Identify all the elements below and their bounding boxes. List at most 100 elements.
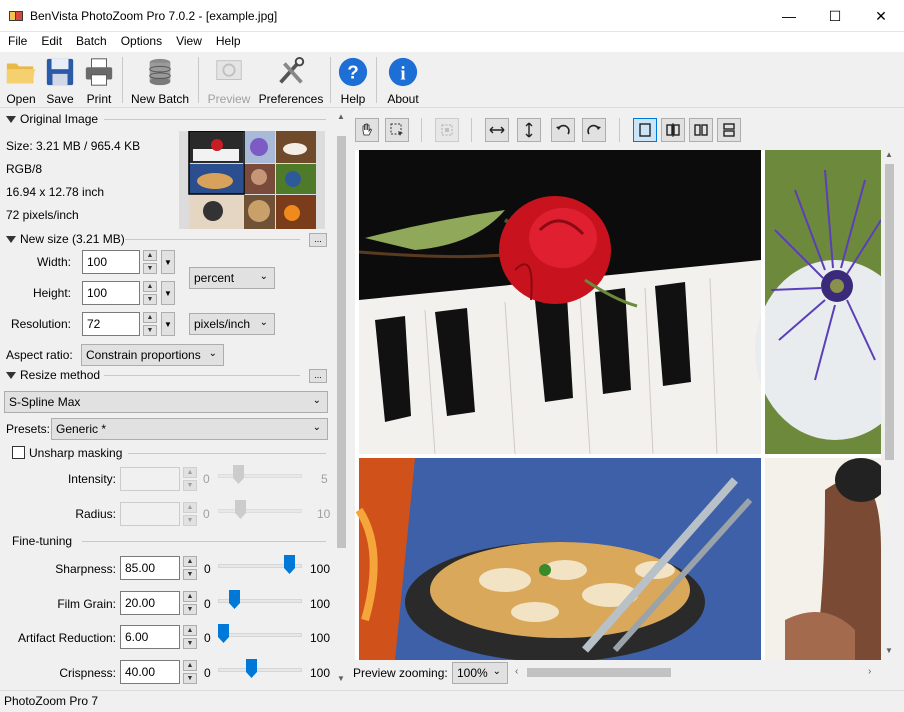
spin-down-icon[interactable]: ▼ (183, 515, 197, 526)
aspect-ratio-select[interactable]: Constrain proportions ⌄ (81, 344, 224, 366)
resize-method-select[interactable]: S-Spline Max ⌄ (4, 391, 328, 413)
maximize-button[interactable]: ☐ (812, 0, 858, 32)
intensity-spinner[interactable]: ▲ ▼ (183, 467, 197, 491)
menu-options[interactable]: Options (113, 32, 168, 52)
close-button[interactable]: ✕ (858, 0, 904, 32)
resize-method-more-button[interactable]: ... (309, 369, 327, 383)
split-view-button[interactable] (661, 118, 685, 142)
unsharp-masking-checkbox[interactable] (12, 446, 25, 459)
radius-input[interactable] (120, 502, 180, 526)
spin-up-icon[interactable]: ▲ (183, 467, 197, 478)
spin-down-icon[interactable]: ▼ (143, 263, 157, 274)
print-button[interactable]: Print (83, 54, 115, 106)
fit-width-button[interactable] (485, 118, 509, 142)
scroll-up-icon[interactable]: ▲ (885, 150, 893, 159)
intensity-slider-track[interactable] (218, 474, 302, 478)
rotate-right-button[interactable] (582, 118, 606, 142)
scroll-up-icon[interactable]: ▲ (337, 112, 345, 121)
film-grain-slider-thumb[interactable] (229, 590, 241, 609)
scroll-right-icon[interactable]: › (868, 666, 871, 677)
settings-scrollbar[interactable]: ▲ ▼ (333, 108, 350, 690)
spin-up-icon[interactable]: ▲ (183, 556, 197, 567)
crispness-slider-thumb[interactable] (246, 659, 258, 678)
width-spinner[interactable]: ▲ ▼ (143, 250, 157, 274)
artifact-reduction-spinner[interactable]: ▲ ▼ (183, 625, 197, 649)
menu-help[interactable]: Help (208, 32, 247, 52)
resolution-unit-select[interactable]: pixels/inch ⌄ (189, 313, 275, 335)
resolution-spinner[interactable]: ▲ ▼ (143, 312, 157, 336)
original-image-header[interactable]: Original Image (6, 112, 98, 126)
menu-file[interactable]: File (0, 32, 33, 52)
crop-button[interactable] (435, 118, 459, 142)
height-dropdown-button[interactable]: ▼ (161, 281, 175, 305)
spin-up-icon[interactable]: ▲ (143, 250, 157, 261)
width-dropdown-button[interactable]: ▼ (161, 250, 175, 274)
intensity-input[interactable] (120, 467, 180, 491)
sharpness-input[interactable]: 85.00 (120, 556, 180, 580)
film-grain-input[interactable]: 20.00 (120, 591, 180, 615)
spin-down-icon[interactable]: ▼ (183, 480, 197, 491)
crispness-input[interactable]: 40.00 (120, 660, 180, 684)
side-by-side-view-button[interactable] (689, 118, 713, 142)
scroll-down-icon[interactable]: ▼ (337, 674, 345, 683)
spin-up-icon[interactable]: ▲ (143, 312, 157, 323)
hand-tool-button[interactable] (355, 118, 379, 142)
preferences-button[interactable]: Preferences (258, 54, 324, 106)
size-unit-select[interactable]: percent ⌄ (189, 267, 275, 289)
sharpness-slider-thumb[interactable] (283, 555, 295, 574)
spin-down-icon[interactable]: ▼ (183, 638, 197, 649)
original-thumbnail[interactable] (179, 131, 325, 229)
crispness-spinner[interactable]: ▲ ▼ (183, 660, 197, 684)
width-input[interactable]: 100 (82, 250, 140, 274)
spin-up-icon[interactable]: ▲ (183, 625, 197, 636)
spin-down-icon[interactable]: ▼ (183, 604, 197, 615)
resolution-input[interactable]: 72 (82, 312, 140, 336)
height-spinner[interactable]: ▲ ▼ (143, 281, 157, 305)
scroll-down-icon[interactable]: ▼ (885, 646, 893, 655)
spin-up-icon[interactable]: ▲ (143, 281, 157, 292)
spin-up-icon[interactable]: ▲ (183, 660, 197, 671)
spin-up-icon[interactable]: ▲ (183, 502, 197, 513)
help-button[interactable]: ? Help (337, 54, 369, 106)
preview-canvas[interactable] (355, 150, 881, 660)
scroll-thumb[interactable] (527, 668, 671, 677)
presets-select[interactable]: Generic * ⌄ (51, 418, 328, 440)
spin-down-icon[interactable]: ▼ (143, 294, 157, 305)
preview-horizontal-scrollbar[interactable]: ‹ › (511, 664, 881, 681)
open-button[interactable]: Open (4, 54, 38, 106)
film-grain-spinner[interactable]: ▲ ▼ (183, 591, 197, 615)
scroll-thumb[interactable] (885, 164, 894, 460)
new-size-header[interactable]: New size (3.21 MB) (6, 232, 125, 246)
spin-down-icon[interactable]: ▼ (183, 569, 197, 580)
artifact-reduction-slider-thumb[interactable] (217, 624, 229, 643)
radius-slider-thumb[interactable] (235, 500, 246, 519)
new-batch-button[interactable]: New Batch (128, 54, 192, 106)
height-input[interactable]: 100 (82, 281, 140, 305)
menu-edit[interactable]: Edit (33, 32, 68, 52)
new-size-more-button[interactable]: ... (309, 233, 327, 247)
crispness-slider-track[interactable] (218, 668, 302, 672)
selection-tool-button[interactable] (385, 118, 409, 142)
single-view-button[interactable] (633, 118, 657, 142)
spin-up-icon[interactable]: ▲ (183, 591, 197, 602)
resize-method-header[interactable]: Resize method (6, 368, 100, 382)
preview-zoom-select[interactable]: 100% ⌄ (452, 662, 508, 684)
stacked-view-button[interactable] (717, 118, 741, 142)
intensity-slider-thumb[interactable] (233, 465, 244, 484)
radius-slider-track[interactable] (218, 509, 302, 513)
spin-down-icon[interactable]: ▼ (143, 325, 157, 336)
sharpness-spinner[interactable]: ▲ ▼ (183, 556, 197, 580)
save-button[interactable]: Save (44, 54, 76, 106)
preview-button[interactable]: Preview (206, 54, 252, 106)
scroll-left-icon[interactable]: ‹ (515, 666, 518, 677)
preview-vertical-scrollbar[interactable]: ▲ ▼ (881, 150, 898, 660)
scroll-thumb[interactable] (337, 136, 346, 548)
fit-height-button[interactable] (517, 118, 541, 142)
artifact-reduction-input[interactable]: 6.00 (120, 625, 180, 649)
radius-spinner[interactable]: ▲ ▼ (183, 502, 197, 526)
artifact-reduction-slider-track[interactable] (218, 633, 302, 637)
about-button[interactable]: i About (385, 54, 421, 106)
minimize-button[interactable]: — (766, 0, 812, 32)
menu-batch[interactable]: Batch (68, 32, 113, 52)
menu-view[interactable]: View (168, 32, 208, 52)
